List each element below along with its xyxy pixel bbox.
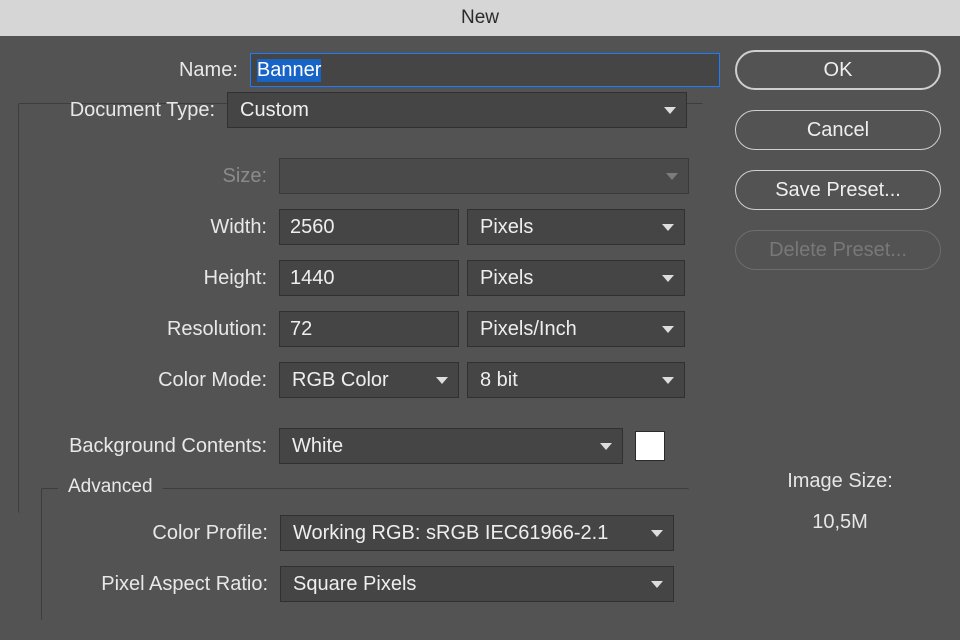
chevron-down-icon	[662, 377, 674, 384]
name-input[interactable]: Banner	[250, 53, 720, 87]
chevron-down-icon	[664, 107, 676, 114]
height-value: 1440	[290, 267, 335, 290]
label-name: Name:	[0, 59, 250, 82]
doctype-select[interactable]: Custom	[227, 92, 687, 128]
delete-preset-button: Delete Preset...	[735, 230, 941, 270]
row-par: Pixel Aspect Ratio: Square Pixels	[42, 564, 689, 604]
label-height: Height:	[19, 267, 279, 290]
chevron-down-icon	[600, 443, 612, 450]
size-select	[279, 158, 689, 194]
right-column: OK Cancel Save Preset... Delete Preset..…	[735, 50, 945, 534]
label-colorprofile: Color Profile:	[42, 522, 280, 545]
chevron-down-icon	[651, 530, 663, 537]
width-unit-select[interactable]: Pixels	[467, 209, 685, 245]
chevron-down-icon	[662, 326, 674, 333]
dialog-body: Name: Banner Document Type: Custom Size:	[0, 36, 960, 640]
chevron-down-icon	[662, 224, 674, 231]
par-value: Square Pixels	[293, 573, 416, 596]
label-resolution: Resolution:	[19, 318, 279, 341]
colorprofile-value: Working RGB: sRGB IEC61966-2.1	[293, 522, 608, 545]
resolution-unit-select[interactable]: Pixels/Inch	[467, 311, 685, 347]
height-unit-select[interactable]: Pixels	[467, 260, 685, 296]
width-input[interactable]: 2560	[279, 209, 459, 245]
cancel-button[interactable]: Cancel	[735, 110, 941, 150]
ok-label: OK	[824, 59, 853, 82]
row-resolution: Resolution: 72 Pixels/Inch	[19, 309, 703, 349]
colorprofile-select[interactable]: Working RGB: sRGB IEC61966-2.1	[280, 515, 674, 551]
resolution-value: 72	[290, 318, 312, 341]
image-size-block: Image Size: 10,5M	[735, 470, 945, 534]
row-colorprofile: Color Profile: Working RGB: sRGB IEC6196…	[42, 513, 689, 553]
label-par: Pixel Aspect Ratio:	[42, 573, 280, 596]
label-colormode: Color Mode:	[19, 369, 279, 392]
save-preset-button[interactable]: Save Preset...	[735, 170, 941, 210]
ok-button[interactable]: OK	[735, 50, 941, 90]
label-bgcontents: Background Contents:	[19, 435, 279, 458]
chevron-down-icon	[666, 173, 678, 180]
name-input-text: Banner	[257, 59, 322, 82]
width-unit-value: Pixels	[480, 216, 533, 239]
height-unit-value: Pixels	[480, 267, 533, 290]
save-preset-label: Save Preset...	[775, 179, 901, 202]
image-size-value: 10,5M	[735, 511, 945, 534]
bgcontents-select[interactable]: White	[279, 428, 623, 464]
label-width: Width:	[19, 216, 279, 239]
row-doctype: Document Type: Custom	[19, 90, 703, 130]
cancel-label: Cancel	[807, 119, 869, 142]
titlebar: New	[0, 0, 960, 36]
chevron-down-icon	[651, 581, 663, 588]
row-name: Name: Banner	[0, 50, 720, 90]
label-doctype: Document Type:	[19, 99, 227, 122]
delete-preset-label: Delete Preset...	[769, 239, 907, 262]
height-input[interactable]: 1440	[279, 260, 459, 296]
colormode-value: RGB Color	[292, 369, 389, 392]
fieldset-advanced: Advanced Color Profile: Working RGB: sRG…	[41, 488, 689, 620]
row-width: Width: 2560 Pixels	[19, 207, 703, 247]
bitdepth-select[interactable]: 8 bit	[467, 362, 685, 398]
resolution-unit-value: Pixels/Inch	[480, 318, 577, 341]
resolution-input[interactable]: 72	[279, 311, 459, 347]
row-colormode: Color Mode: RGB Color 8 bit	[19, 360, 703, 400]
bitdepth-value: 8 bit	[480, 369, 518, 392]
par-select[interactable]: Square Pixels	[280, 566, 674, 602]
label-size: Size:	[19, 165, 279, 188]
doctype-value: Custom	[240, 99, 309, 122]
bg-color-swatch[interactable]	[635, 431, 665, 461]
bgcontents-value: White	[292, 435, 343, 458]
image-size-label: Image Size:	[735, 470, 945, 493]
row-size: Size:	[19, 156, 703, 196]
window-title: New	[461, 7, 499, 29]
chevron-down-icon	[662, 275, 674, 282]
legend-advanced: Advanced	[58, 476, 163, 498]
colormode-select[interactable]: RGB Color	[279, 362, 459, 398]
row-bgcontents: Background Contents: White	[19, 426, 703, 466]
fieldset-document: Document Type: Custom Size: Width: 2560	[18, 103, 703, 513]
width-value: 2560	[290, 216, 335, 239]
form-area: Name: Banner Document Type: Custom Size:	[0, 36, 720, 513]
row-height: Height: 1440 Pixels	[19, 258, 703, 298]
chevron-down-icon	[436, 377, 448, 384]
